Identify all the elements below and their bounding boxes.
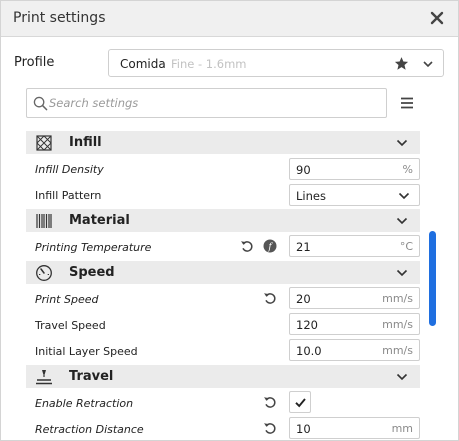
reset-icon[interactable] [240, 239, 254, 253]
window-title: Print settings [13, 10, 106, 26]
category-label: Infill [69, 135, 102, 150]
chevron-down-icon [396, 373, 408, 381]
infill-density-label: Infill Density [35, 163, 104, 176]
enable-retraction-checkbox[interactable] [289, 391, 311, 413]
print-speed-label: Print Speed [35, 293, 99, 306]
reset-icon[interactable] [263, 421, 277, 435]
print-speed-value: 20 [296, 292, 311, 306]
print-settings-panel: Print settings Profile Comida Fine - 1.6… [0, 0, 459, 441]
search-box [26, 88, 387, 118]
hamburger-menu-icon[interactable] [400, 96, 414, 110]
initial-layer-speed-unit: mm/s [382, 344, 413, 357]
chevron-down-icon [398, 192, 410, 200]
retraction-distance-field[interactable]: 10 mm [289, 417, 420, 439]
search-icon [33, 96, 48, 111]
infill-icon [36, 135, 52, 151]
category-label: Speed [69, 265, 115, 280]
profile-label: Profile [14, 55, 55, 70]
retraction-distance-unit: mm [391, 422, 413, 435]
printing-temperature-unit: °C [399, 240, 413, 253]
travel-speed-field[interactable]: 120 mm/s [289, 313, 420, 335]
retraction-distance-label: Retraction Distance [35, 423, 144, 436]
infill-pattern-label: Infill Pattern [35, 189, 102, 202]
category-infill[interactable]: Infill [26, 131, 420, 154]
category-label: Material [69, 213, 130, 228]
initial-layer-speed-label: Initial Layer Speed [35, 345, 138, 358]
travel-speed-label: Travel Speed [35, 319, 106, 332]
scrollbar-thumb[interactable] [429, 231, 436, 326]
enable-retraction-label: Enable Retraction [35, 397, 134, 410]
infill-pattern-value: Lines [296, 189, 326, 203]
material-icon [36, 214, 52, 228]
category-material[interactable]: Material [26, 209, 420, 232]
travel-icon [36, 370, 52, 385]
star-icon[interactable] [394, 56, 409, 71]
printing-temperature-label: Printing Temperature [35, 241, 152, 254]
reset-icon[interactable] [263, 395, 277, 409]
checkmark-icon [295, 398, 306, 408]
chevron-down-icon [396, 269, 408, 277]
profile-name: Comida [120, 57, 166, 71]
print-speed-field[interactable]: 20 mm/s [289, 287, 420, 309]
category-label: Travel [69, 369, 114, 384]
profile-detail: Fine - 1.6mm [171, 57, 247, 71]
reset-icon[interactable] [263, 291, 277, 305]
retraction-distance-value: 10 [296, 422, 311, 436]
printing-temperature-value: 21 [296, 240, 311, 254]
infill-density-unit: % [402, 163, 413, 176]
chevron-down-icon [396, 217, 408, 225]
category-travel[interactable]: Travel [26, 365, 420, 388]
printing-temperature-field[interactable]: 21 °C [289, 235, 420, 257]
infill-density-value: 90 [296, 163, 311, 177]
speedometer-icon [36, 265, 52, 281]
close-icon[interactable] [428, 9, 446, 27]
search-input[interactable] [49, 93, 379, 113]
settings-list: Infill Infill Density 90 % Infill Patter… [26, 131, 420, 441]
travel-speed-unit: mm/s [382, 318, 413, 331]
chevron-down-icon [396, 139, 408, 147]
function-icon: f [263, 239, 277, 253]
infill-pattern-select[interactable]: Lines [289, 184, 420, 206]
travel-speed-value: 120 [296, 318, 318, 332]
title-bar: Print settings [1, 1, 458, 37]
initial-layer-speed-field[interactable]: 10.0 mm/s [289, 339, 420, 361]
category-speed[interactable]: Speed [26, 261, 420, 284]
profile-dropdown[interactable]: Comida Fine - 1.6mm [108, 49, 444, 77]
infill-density-field[interactable]: 90 % [289, 158, 420, 180]
chevron-down-icon [423, 61, 433, 68]
initial-layer-speed-value: 10.0 [296, 344, 322, 358]
print-speed-unit: mm/s [382, 292, 413, 305]
